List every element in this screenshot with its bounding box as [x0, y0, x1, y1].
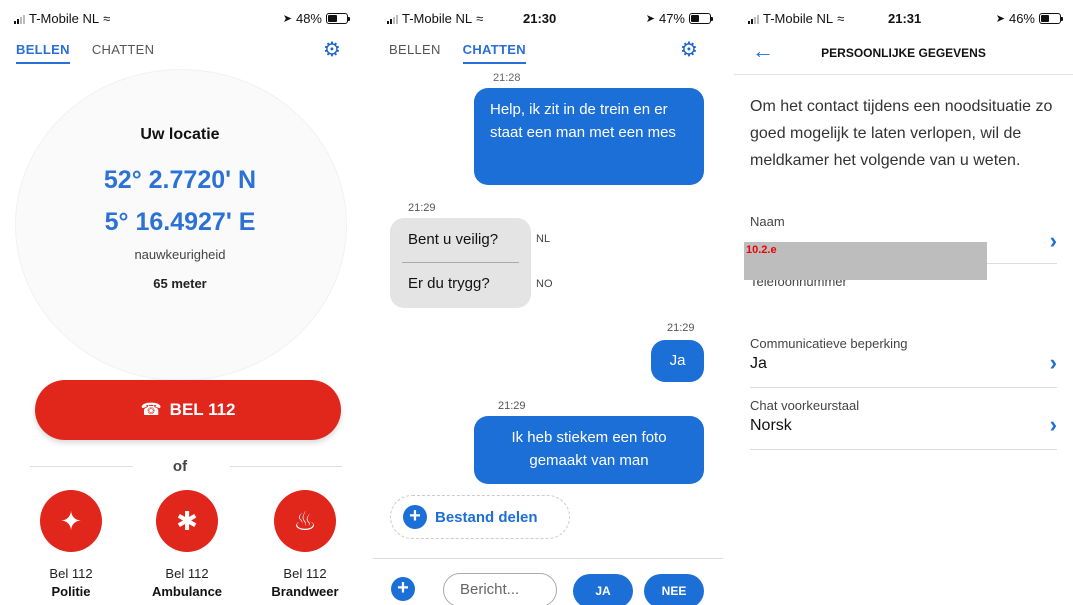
panel-bellen: T-Mobile NL ≈ ➤ 48% BELLEN CHATTEN ⚙ Uw …: [0, 0, 360, 605]
message-timestamp: 21:28: [493, 72, 521, 84]
signal-icon: [748, 14, 759, 24]
battery-percent: 47%: [658, 11, 685, 26]
carrier-name: T-Mobile NL: [763, 11, 834, 26]
page-title: PERSOONLIJKE GEGEVENS: [821, 46, 986, 60]
intro-text: Om het contact tijdens een noodsituatie …: [750, 98, 1053, 169]
message-timestamp: 21:29: [408, 202, 436, 214]
field-label: Naam: [750, 214, 785, 229]
tab-bar: BELLEN CHATTEN: [389, 42, 526, 64]
police-button[interactable]: ✦ Bel 112 Politie: [21, 490, 121, 599]
field-chat-voorkeurstaal[interactable]: Chat voorkeurstaal Norsk ›: [750, 398, 1057, 450]
fire-icon: ♨: [274, 490, 336, 552]
header-divider: [734, 74, 1073, 75]
redaction-box: 10.2.e: [744, 242, 987, 280]
ambulance-button[interactable]: ✱ Bel 112 Ambulance: [137, 490, 237, 599]
or-text: of: [172, 458, 188, 475]
carrier-name: T-Mobile NL: [29, 11, 100, 26]
message-outgoing: Ik heb stiekem een foto gemaakt van man: [474, 416, 704, 484]
accuracy-value: 65 meter: [153, 276, 207, 291]
tab-bellen[interactable]: BELLEN: [16, 42, 70, 64]
share-label: Bestand delen: [435, 508, 538, 526]
language-tag-nl: NL: [536, 233, 551, 245]
battery-percent: 46%: [1008, 11, 1035, 26]
battery-icon: [689, 13, 713, 24]
field-label: Communicatieve beperking: [750, 336, 908, 351]
tab-bar: BELLEN CHATTEN: [16, 42, 154, 64]
tab-bellen[interactable]: BELLEN: [389, 42, 441, 64]
battery-icon: [326, 13, 350, 24]
fire-button[interactable]: ♨ Bel 112 Brandweer: [255, 490, 355, 599]
clock: 21:30: [523, 11, 557, 26]
field-telefoonnummer[interactable]: Telefoonnummer: [750, 274, 1057, 324]
chevron-right-icon: ›: [1049, 412, 1057, 437]
chevron-right-icon: ›: [1049, 350, 1057, 375]
gear-icon[interactable]: ⚙: [679, 40, 699, 60]
message-outgoing: Help, ik zit in de trein en er staat een…: [474, 88, 704, 185]
clock: 21:31: [888, 11, 922, 26]
wifi-icon: ≈: [476, 11, 484, 26]
chevron-right-icon: ›: [1049, 228, 1057, 253]
redaction-code: 10.2.e: [746, 244, 777, 256]
message-text-nl: Bent u veilig?: [408, 231, 499, 248]
carrier-name: T-Mobile NL: [402, 11, 473, 26]
police-icon: ✦: [40, 490, 102, 552]
call-112-button[interactable]: ☎ BEL 112: [35, 380, 341, 440]
location-arrow-icon: ➤: [282, 13, 292, 25]
location-arrow-icon: ➤: [645, 13, 655, 25]
panel-chatten: T-Mobile NL ≈ 21:30 ➤ 47% BELLEN CHATTEN…: [373, 0, 723, 605]
field-value: Norsk: [750, 417, 792, 434]
status-bar: T-Mobile NL ≈ 21:30 ➤ 47%: [373, 0, 723, 36]
field-label: Chat voorkeurstaal: [750, 398, 860, 413]
quick-reply-yes-button[interactable]: JA: [573, 574, 633, 605]
longitude: 5° 16.4927' E: [104, 208, 256, 236]
latitude: 52° 2.7720' N: [103, 166, 257, 194]
language-tag-no: NO: [536, 278, 553, 290]
attach-plus-icon[interactable]: +: [391, 577, 415, 601]
message-incoming: Bent u veilig? Er du trygg?: [390, 218, 531, 308]
accuracy-label: nauwkeurigheid: [134, 247, 226, 262]
wifi-icon: ≈: [837, 11, 845, 26]
share-file-button[interactable]: + Bestand delen: [390, 495, 570, 539]
wifi-icon: ≈: [103, 11, 111, 26]
message-text-no: Er du trygg?: [408, 275, 490, 292]
battery-icon: [1039, 13, 1063, 24]
tab-chatten[interactable]: CHATTEN: [92, 42, 155, 64]
star-of-life-icon: ✱: [156, 490, 218, 552]
signal-icon: [387, 14, 398, 24]
tab-chatten[interactable]: CHATTEN: [462, 42, 526, 64]
status-bar: T-Mobile NL ≈ ➤ 48%: [0, 0, 360, 36]
location-arrow-icon: ➤: [995, 13, 1005, 25]
field-communicatieve-beperking[interactable]: Communicatieve beperking Ja ›: [750, 336, 1057, 388]
message-timestamp: 21:29: [667, 322, 695, 334]
compose-bar: + Bericht... JA NEE: [373, 558, 723, 605]
field-value: Ja: [750, 355, 767, 372]
message-timestamp: 21:29: [498, 400, 526, 412]
call-button-label: BEL 112: [169, 400, 236, 419]
message-input[interactable]: Bericht...: [443, 573, 557, 605]
translation-divider: [402, 262, 519, 263]
panel-personal-data: T-Mobile NL ≈ 21:31 ➤ 46% ← PERSOONLIJKE…: [734, 0, 1073, 605]
location-title: Uw locatie: [140, 126, 220, 143]
gear-icon[interactable]: ⚙: [322, 40, 342, 60]
plus-icon: +: [403, 505, 427, 529]
phone-icon: ☎: [140, 400, 162, 419]
status-bar: T-Mobile NL ≈ 21:31 ➤ 46%: [734, 0, 1073, 36]
quick-reply-no-button[interactable]: NEE: [644, 574, 704, 605]
signal-icon: [14, 14, 25, 24]
battery-percent: 48%: [295, 11, 322, 26]
message-outgoing: Ja: [651, 340, 704, 382]
